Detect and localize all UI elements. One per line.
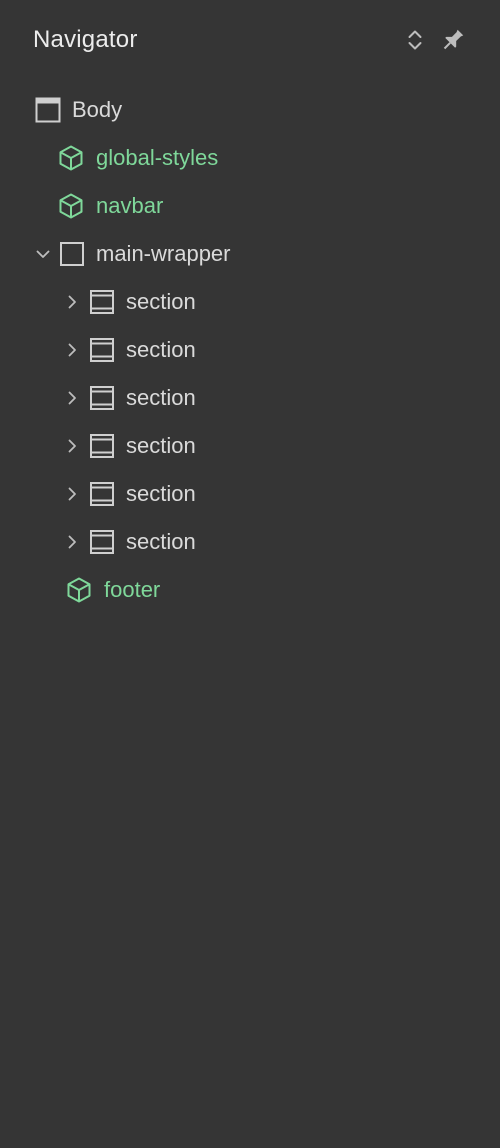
element-tree: Body global-styles navbar main-wrapper secti… xyxy=(0,86,500,614)
section-icon xyxy=(88,288,116,316)
div-block-icon xyxy=(58,240,86,268)
tree-item-section[interactable]: section xyxy=(0,278,500,326)
tree-item-navbar[interactable]: navbar xyxy=(0,182,500,230)
panel-title: Navigator xyxy=(33,26,138,53)
navigator-panel: Navigator Body global-styles navbar main-wr… xyxy=(0,0,500,1148)
chevron-right-icon[interactable] xyxy=(62,532,82,552)
chevron-right-icon[interactable] xyxy=(62,340,82,360)
chevron-down-icon[interactable] xyxy=(33,244,53,264)
tree-item-section[interactable]: section xyxy=(0,422,500,470)
section-icon xyxy=(88,528,116,556)
tree-item-label: main-wrapper xyxy=(96,241,231,266)
section-icon xyxy=(88,384,116,412)
tree-item-label: section xyxy=(126,289,196,314)
chevron-right-icon[interactable] xyxy=(62,388,82,408)
section-icon xyxy=(88,480,116,508)
tree-item-section[interactable]: section xyxy=(0,374,500,422)
chevron-right-icon[interactable] xyxy=(62,436,82,456)
component-icon xyxy=(57,144,85,172)
chevron-right-icon[interactable] xyxy=(62,292,82,312)
tree-item-section[interactable]: section xyxy=(0,518,500,566)
tree-item-label: navbar xyxy=(96,193,164,218)
chevron-right-icon[interactable] xyxy=(62,484,82,504)
section-icon xyxy=(88,432,116,460)
tree-item-label: section xyxy=(126,385,196,410)
component-icon xyxy=(65,576,93,604)
tree-item-label: footer xyxy=(104,577,161,602)
tree-item-label: section xyxy=(126,337,196,362)
unfold-icon[interactable] xyxy=(401,26,429,54)
tree-item-section[interactable]: section xyxy=(0,326,500,374)
tree-item-main-wrapper[interactable]: main-wrapper xyxy=(0,230,500,278)
tree-item-label: section xyxy=(126,481,196,506)
tree-item-section[interactable]: section xyxy=(0,470,500,518)
section-icon xyxy=(88,336,116,364)
pin-icon[interactable] xyxy=(439,26,467,54)
tree-item-label: global-styles xyxy=(96,145,219,170)
tree-item-Body[interactable]: Body xyxy=(0,86,500,134)
tree-item-label: section xyxy=(126,433,196,458)
body-icon xyxy=(34,96,62,124)
tree-item-footer[interactable]: footer xyxy=(0,566,500,614)
tree-item-global-styles[interactable]: global-styles xyxy=(0,134,500,182)
tree-item-label: Body xyxy=(72,97,123,122)
tree-item-label: section xyxy=(126,529,196,554)
component-icon xyxy=(57,192,85,220)
navigator-header: Navigator xyxy=(0,0,500,80)
